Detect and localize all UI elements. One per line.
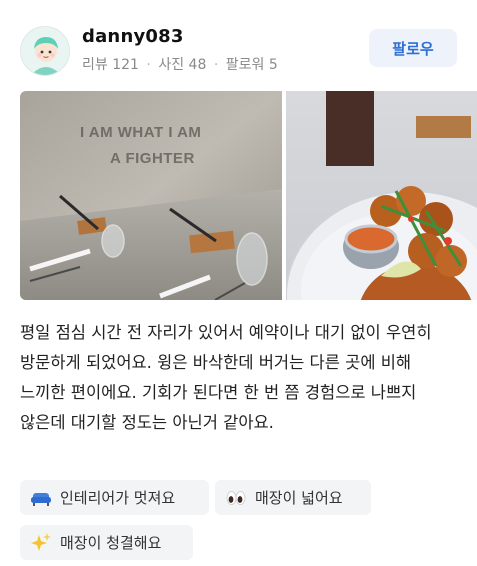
follow-button[interactable]: 팔로우 (369, 29, 457, 67)
photos-label: 사진 (158, 57, 185, 73)
followers-label: 팔로워 (225, 57, 265, 73)
tag-label: 인테리어가 멋져요 (60, 489, 176, 507)
tag-clean[interactable]: 매장이 청결해요 (20, 525, 193, 560)
user-stats: 리뷰 121 · 사진 48 · 팔로워 5 (82, 54, 278, 74)
followers-count: 5 (268, 57, 278, 73)
separator-dot: · (146, 57, 151, 73)
separator-dot: · (213, 57, 219, 73)
photo-gallery[interactable]: I AM WHAT I AM A FIGHTER (20, 91, 477, 300)
review-text: 평일 점심 시간 전 자리가 있어서 예약이나 대기 없이 우연히 방문하게 되… (20, 323, 432, 432)
restaurant-interior-photo[interactable]: I AM WHAT I AM A FIGHTER (20, 91, 282, 300)
wall-text-line1: I AM WHAT I AM (80, 124, 201, 141)
tag-label: 매장이 청결해요 (60, 534, 162, 552)
reviews-count: 121 (112, 57, 139, 73)
reviews-label: 리뷰 (82, 57, 108, 73)
sofa-icon (30, 487, 52, 509)
tag-label: 매장이 넓어요 (255, 489, 343, 507)
photos-count: 48 (188, 57, 207, 73)
avatar-cartoon-icon[interactable] (20, 26, 70, 76)
sparkles-icon (30, 532, 52, 554)
wall-text-line2: A FIGHTER (110, 150, 195, 167)
eyes-icon (225, 487, 247, 509)
review-header: danny083 리뷰 121 · 사진 48 · 팔로워 5 팔로우 (20, 24, 457, 78)
tag-spacious[interactable]: 매장이 넓어요 (215, 480, 371, 515)
food-plate-photo[interactable] (286, 91, 477, 300)
username[interactable]: danny083 (82, 26, 184, 47)
tag-interior[interactable]: 인테리어가 멋져요 (20, 480, 209, 515)
